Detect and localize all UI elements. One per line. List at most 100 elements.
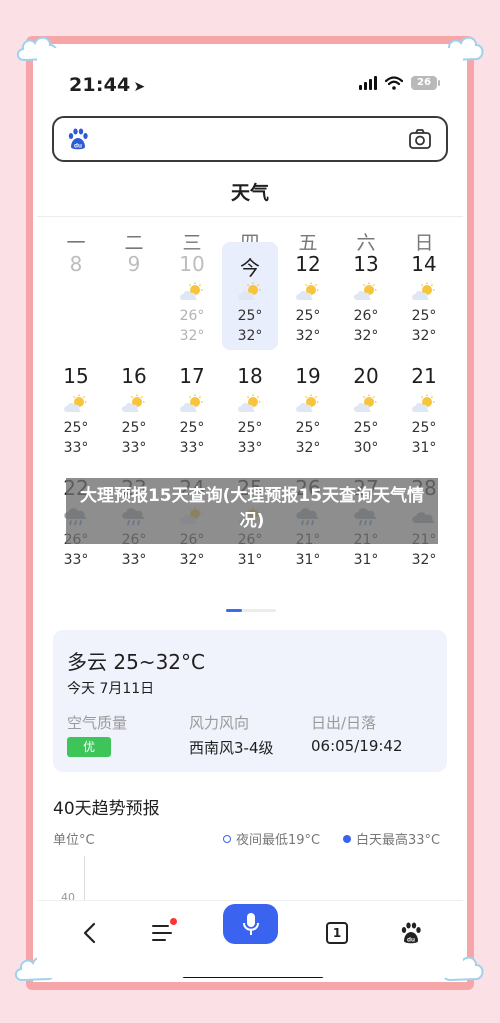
temp-low: 25° — [63, 420, 89, 436]
caption-overlay: 大理预报15天查询(大理预报15天查询天气情况) — [66, 478, 438, 544]
baidu-home-button[interactable]: du — [391, 913, 431, 953]
signal-icon — [359, 76, 377, 90]
back-button[interactable] — [69, 913, 109, 953]
menu-button[interactable] — [143, 913, 183, 953]
calendar-day[interactable]: 15 25° 33° — [48, 354, 104, 462]
sun-cloud-icon — [122, 394, 145, 412]
sun-cloud-icon — [296, 394, 319, 412]
sun-cloud-icon — [238, 394, 261, 412]
temp-low: 25° — [295, 308, 321, 324]
calendar-day[interactable]: 14 25° 32° — [396, 242, 452, 350]
svg-text:du: du — [74, 143, 82, 150]
temp-high: 31° — [353, 552, 379, 568]
clock: 21:44 — [69, 74, 131, 96]
temp-high: 32° — [179, 328, 205, 344]
temp-high: 32° — [353, 328, 379, 344]
sun-cloud-icon — [354, 282, 377, 300]
search-input[interactable]: du — [52, 116, 448, 162]
today-summary: 多云 25~32°C — [67, 650, 205, 674]
temp-low: 25° — [179, 420, 205, 436]
notification-dot — [170, 918, 177, 925]
temp-high: 30° — [353, 440, 379, 456]
sun-cloud-icon — [180, 282, 203, 300]
air-quality-label: 空气质量 — [67, 714, 128, 732]
temp-low: 25° — [411, 420, 437, 436]
menu-icon — [152, 925, 172, 941]
legend-day: 白天最高33°C — [343, 829, 440, 848]
temp-high: 32° — [411, 328, 437, 344]
temp-low: 25° — [411, 308, 437, 324]
chevron-left-icon — [83, 922, 96, 944]
day-number: 19 — [295, 364, 321, 388]
day-dot-icon — [343, 834, 351, 843]
baidu-paw-icon: du — [401, 922, 421, 944]
day-number: 8 — [69, 252, 83, 276]
sunrise-sunset-value: 06:05/19:42 — [311, 737, 403, 755]
temp-high: 33° — [179, 440, 205, 456]
sun-cloud-icon — [296, 282, 319, 300]
temp-high: 32° — [295, 328, 321, 344]
temp-low: 26° — [179, 308, 205, 324]
caption-text: 大理预报15天查询(大理预报15天查询天气情况) — [79, 486, 425, 531]
calendar-day[interactable]: 9 — [106, 242, 162, 350]
temp-low: 25° — [237, 308, 263, 324]
temp-low: 25° — [353, 420, 379, 436]
day-number: 18 — [237, 364, 263, 388]
temp-high: 32° — [237, 328, 263, 344]
baidu-logo-icon: du — [68, 128, 88, 150]
sun-cloud-icon — [238, 282, 261, 300]
legend-day-label: 白天最高33°C — [356, 833, 441, 848]
status-time: 21:44 ➤ — [69, 74, 145, 96]
calendar-day-today[interactable]: 今 25° 32° — [222, 242, 278, 350]
temp-low: 25° — [237, 420, 263, 436]
air-quality-badge: 优 — [67, 737, 111, 757]
temp-high: 33° — [237, 440, 263, 456]
legend-night: 夜间最低19°C — [223, 829, 320, 848]
trend-title: 40天趋势预报 — [53, 799, 160, 819]
temp-high: 32° — [179, 552, 205, 568]
divider — [37, 216, 463, 217]
microphone-icon — [242, 913, 259, 935]
sun-cloud-icon — [412, 282, 435, 300]
today-date: 今天 7月11日 — [67, 681, 155, 697]
day-number: 12 — [295, 252, 321, 276]
wifi-icon — [385, 76, 403, 90]
day-number: 16 — [121, 364, 147, 388]
day-number: 17 — [179, 364, 205, 388]
page-indicator — [226, 609, 276, 612]
tabs-button[interactable]: 1 — [317, 913, 357, 953]
temp-low: 25° — [121, 420, 147, 436]
calendar-day[interactable]: 12 25° 32° — [280, 242, 336, 350]
trend-unit: 单位°C — [53, 833, 95, 848]
day-number: 今 — [240, 256, 260, 280]
location-arrow-icon: ➤ — [133, 79, 146, 95]
temp-high: 31° — [411, 440, 437, 456]
calendar-day[interactable]: 10 26° 32° — [164, 242, 220, 350]
calendar-day[interactable]: 13 26° 32° — [338, 242, 394, 350]
day-number: 21 — [411, 364, 437, 388]
page-title: 天气 — [230, 182, 269, 204]
calendar-day[interactable]: 20 25° 30° — [338, 354, 394, 462]
calendar-day[interactable]: 18 25° 33° — [222, 354, 278, 462]
calendar-day[interactable]: 17 25° 33° — [164, 354, 220, 462]
temp-high: 33° — [63, 552, 89, 568]
temp-high: 31° — [237, 552, 263, 568]
calendar-day[interactable]: 16 25° 33° — [106, 354, 162, 462]
wind-label: 风力风向 — [189, 714, 250, 732]
temp-low: 26° — [353, 308, 379, 324]
camera-icon[interactable] — [408, 128, 432, 150]
temp-high: 32° — [295, 440, 321, 456]
today-weather-card[interactable]: 多云 25~32°C 今天 7月11日 空气质量 优 风力风向 西南风3-4级 … — [53, 630, 447, 772]
calendar-day[interactable]: 21 25° 31° — [396, 354, 452, 462]
sun-cloud-icon — [180, 394, 203, 412]
voice-search-button[interactable] — [223, 904, 278, 944]
day-number: 14 — [411, 252, 437, 276]
temp-high: 32° — [411, 552, 437, 568]
svg-text:du: du — [407, 937, 415, 944]
day-number: 9 — [127, 252, 141, 276]
calendar-day[interactable]: 8 — [48, 242, 104, 350]
wind-value: 西南风3-4级 — [189, 739, 274, 757]
calendar-day[interactable]: 19 25° 32° — [280, 354, 336, 462]
temp-high: 33° — [63, 440, 89, 456]
day-number: 20 — [353, 364, 379, 388]
